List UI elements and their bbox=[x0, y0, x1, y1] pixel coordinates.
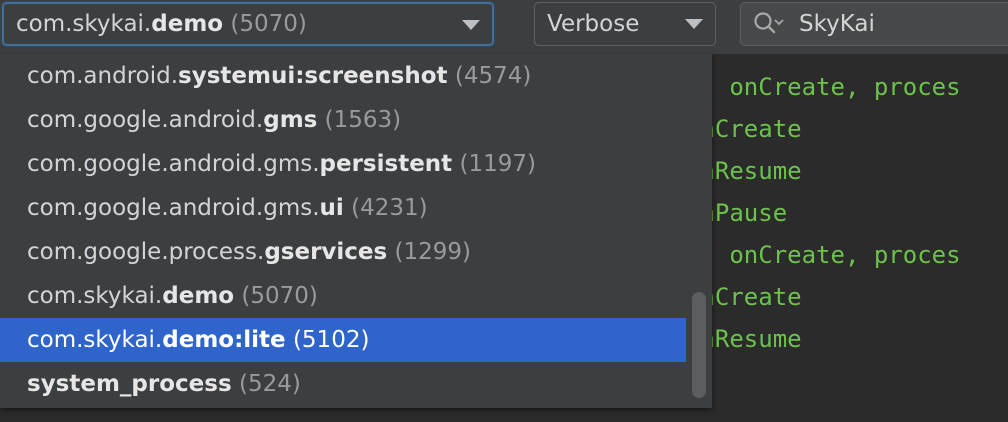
scrollbar-thumb[interactable] bbox=[692, 292, 706, 398]
logcat-toolbar: com.skykai.demo (5070) Verbose bbox=[0, 0, 1008, 54]
search-input[interactable] bbox=[799, 3, 999, 45]
list-item-selected[interactable]: com.skykai.demo:lite (5102) bbox=[0, 318, 686, 362]
search-icon[interactable] bbox=[753, 11, 787, 37]
log-line: n: onCreate, proces bbox=[686, 241, 961, 269]
log-line: n: onCreate, proces bbox=[686, 73, 961, 101]
list-item[interactable]: com.google.android.gms.ui (4231) bbox=[0, 186, 686, 230]
process-prefix: com.google.android.gms. bbox=[27, 151, 320, 177]
process-name: demo bbox=[151, 11, 224, 37]
process-name: gservices bbox=[264, 239, 388, 265]
process-selector[interactable]: com.skykai.demo (5070) bbox=[2, 2, 494, 46]
process-name: system_process bbox=[27, 371, 232, 397]
process-prefix: com.google.android. bbox=[27, 107, 264, 133]
process-pid: (5102) bbox=[292, 327, 370, 353]
logcat-window: n: onCreate, proces onCreate onResume on… bbox=[0, 0, 1008, 422]
log-search-box[interactable] bbox=[740, 2, 1008, 46]
log-level-value: Verbose bbox=[547, 11, 640, 37]
process-name: systemui:screenshot bbox=[178, 63, 448, 89]
list-item[interactable]: com.skykai.demo (5070) bbox=[0, 274, 686, 318]
process-name: demo bbox=[162, 283, 235, 309]
process-prefix: com.skykai. bbox=[16, 11, 152, 37]
chevron-down-icon[interactable] bbox=[685, 19, 703, 29]
process-pid: (4574) bbox=[454, 63, 532, 89]
process-selector-value: com.skykai.demo (5070) bbox=[16, 4, 307, 44]
process-name: demo:lite bbox=[162, 327, 286, 353]
process-prefix: com.google.android.gms. bbox=[27, 195, 320, 221]
process-pid: (1563) bbox=[324, 107, 402, 133]
process-name: gms bbox=[263, 107, 318, 133]
list-item[interactable]: com.google.process.gservices (1299) bbox=[0, 230, 686, 274]
process-prefix: com.skykai. bbox=[27, 327, 163, 353]
list-item[interactable]: system_process (524) bbox=[0, 362, 686, 406]
process-dropdown-list[interactable]: com.android.systemui:screenshot (4574) c… bbox=[0, 54, 712, 408]
process-prefix: com.android. bbox=[27, 63, 179, 89]
process-prefix: com.skykai. bbox=[27, 283, 163, 309]
process-pid: (5070) bbox=[241, 283, 318, 309]
process-pid: (4231) bbox=[351, 195, 428, 221]
process-pid: (5070) bbox=[230, 11, 307, 37]
process-name: persistent bbox=[319, 151, 453, 177]
process-pid: (1299) bbox=[394, 239, 472, 265]
list-item[interactable]: com.android.systemui:screenshot (4574) bbox=[0, 54, 686, 98]
list-item[interactable]: com.google.android.gms (1563) bbox=[0, 98, 686, 142]
chevron-down-icon[interactable] bbox=[462, 20, 480, 30]
process-pid: (1197) bbox=[459, 151, 536, 177]
process-name: ui bbox=[319, 195, 344, 221]
process-prefix: com.google.process. bbox=[27, 239, 265, 265]
log-level-selector[interactable]: Verbose bbox=[534, 2, 716, 46]
list-item[interactable]: com.google.android.gms.persistent (1197) bbox=[0, 142, 686, 186]
process-pid: (524) bbox=[238, 371, 301, 397]
